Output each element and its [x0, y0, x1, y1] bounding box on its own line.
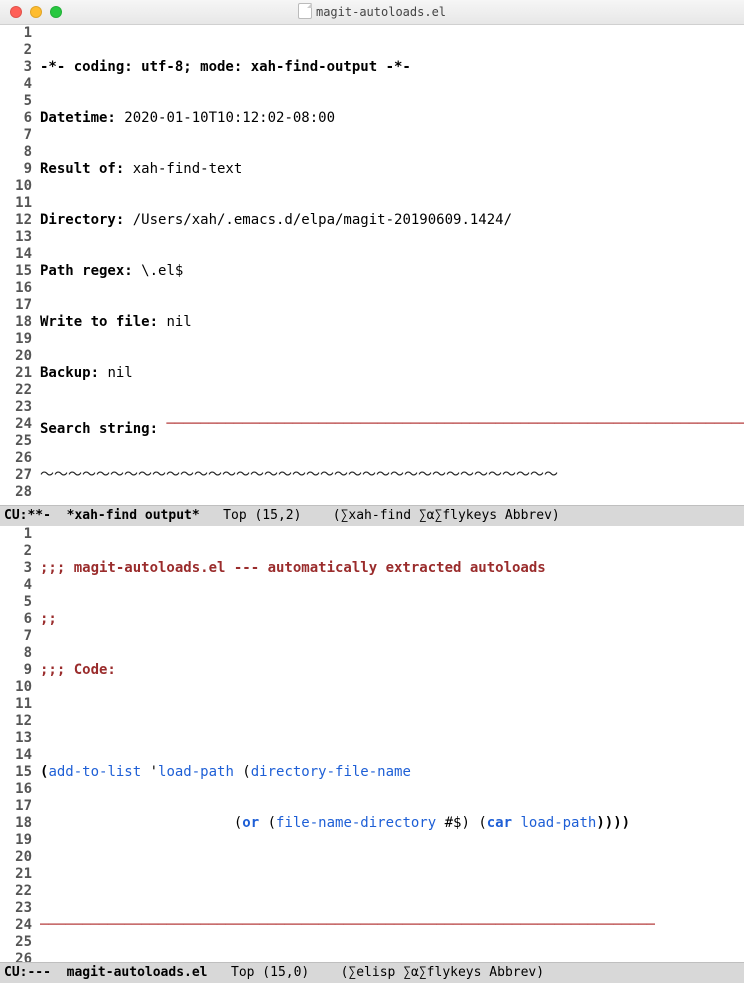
separator: ────────────────────────────────────────…	[40, 917, 655, 934]
label: Search string:	[40, 421, 166, 437]
value: 2020-01-10T10:12:02-08:00	[124, 110, 335, 126]
value: /Users/xah/.emacs.d/elpa/magit-20190609.…	[133, 212, 512, 228]
modeline-bottom[interactable]: CU:--- magit-autoloads.el Top (15,0) (∑e…	[0, 962, 744, 983]
buffer-magit-autoloads[interactable]: 1234 5678 9101112 13141516 17181920 2122…	[0, 526, 744, 962]
file-icon	[298, 3, 312, 19]
label: Backup:	[40, 365, 107, 381]
fn: add-to-list	[48, 764, 141, 780]
buffer-xah-find-output[interactable]: 1234 5678 9101112 13141516 17181920 2122…	[0, 25, 744, 505]
sym: load-path	[158, 764, 234, 780]
label: Result of:	[40, 161, 133, 177]
paren: ))))	[596, 815, 630, 831]
value: nil	[107, 365, 132, 381]
line-number-gutter: 1234 5678 9101112 13141516 17181920 2122…	[0, 526, 38, 962]
modeline-top[interactable]: CU:**- *xah-find output* Top (15,2) (∑xa…	[0, 505, 744, 526]
separator: ────────────────────────────────────────…	[166, 416, 744, 433]
value: \.el$	[141, 263, 183, 279]
modeline-modes: (∑xah-find ∑α∑flykeys Abbrev)	[333, 508, 560, 523]
modeline-status: CU:**-	[4, 508, 67, 523]
kw: car	[487, 815, 512, 831]
modeline-modes: (∑elisp ∑α∑flykeys Abbrev)	[341, 965, 545, 980]
text: '	[141, 764, 158, 780]
text: (	[40, 815, 242, 831]
label: Directory:	[40, 212, 133, 228]
text: (	[259, 815, 276, 831]
code-area[interactable]: ;;; magit-autoloads.el --- automatically…	[40, 526, 744, 962]
window-title: magit-autoloads.el	[0, 3, 744, 21]
line-number-gutter: 1234 5678 9101112 13141516 17181920 2122…	[0, 25, 38, 505]
value: xah-find-text	[133, 161, 243, 177]
fn: file-name-directory	[276, 815, 436, 831]
label: Datetime:	[40, 110, 124, 126]
modeline-buffer-name: magit-autoloads.el	[67, 965, 208, 980]
modeline-position: Top (15,0)	[208, 965, 341, 980]
text: #$) (	[436, 815, 487, 831]
modeline-buffer-name: *xah-find output*	[67, 508, 200, 523]
comment: ;;; Code:	[40, 662, 116, 678]
separator: 〜〜〜〜〜〜〜〜〜〜〜〜〜〜〜〜〜〜〜〜〜〜〜〜〜〜〜〜〜〜〜〜〜〜〜〜〜	[40, 467, 558, 483]
code-area[interactable]: -*- coding: utf-8; mode: xah-find-output…	[40, 25, 744, 505]
text: (	[234, 764, 251, 780]
modeline-status: CU:---	[4, 965, 67, 980]
sym: load-path	[520, 815, 596, 831]
value: nil	[166, 314, 191, 330]
text: -*- coding: utf-8; mode: xah-find-output…	[40, 59, 411, 75]
window-titlebar: magit-autoloads.el	[0, 0, 744, 25]
label: Write to file:	[40, 314, 166, 330]
comment: ;;	[40, 611, 57, 627]
modeline-position: Top (15,2)	[200, 508, 333, 523]
fn: directory-file-name	[251, 764, 411, 780]
comment: ;;; magit-autoloads.el --- automatically…	[40, 560, 546, 576]
window-title-text: magit-autoloads.el	[316, 5, 446, 19]
kw: or	[242, 815, 259, 831]
label: Path regex:	[40, 263, 141, 279]
